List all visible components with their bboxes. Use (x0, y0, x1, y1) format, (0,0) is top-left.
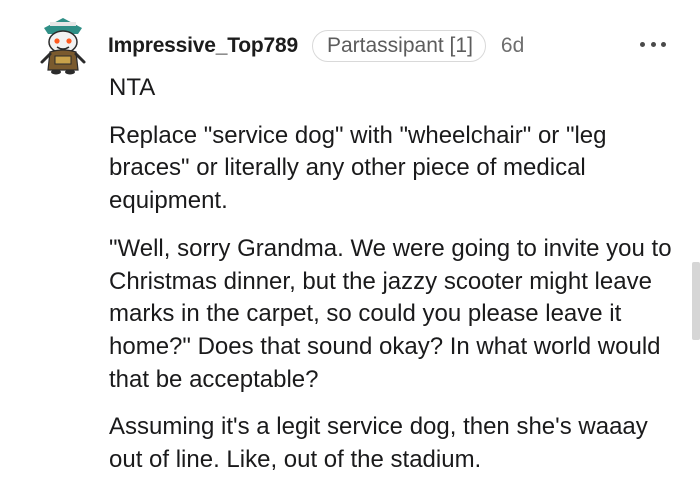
comment-paragraph: Assuming it's a legit service dog, then … (109, 413, 648, 474)
comment-header: Impressive_Top789 Partassipant [1] 6d (108, 30, 524, 62)
more-dot (640, 41, 645, 47)
snoo-avatar-icon (40, 18, 86, 75)
comment: Impressive_Top789 Partassipant [1] 6d NT… (0, 0, 700, 503)
comment-paragraph: NTA (109, 74, 156, 101)
more-dot (650, 41, 656, 47)
user-flair: Partassipant [1] (311, 30, 486, 62)
scrollbar-thumb[interactable] (692, 262, 700, 340)
comment-paragraph: "Well, sorry Grandma. We were going to i… (109, 234, 672, 393)
more-dot (661, 41, 666, 47)
author-username[interactable]: Impressive_Top789 (108, 34, 298, 58)
more-horizontal-icon[interactable] (640, 34, 666, 54)
comment-body: NTA Replace "service dog" with "wheelcha… (109, 72, 684, 492)
avatar[interactable] (36, 14, 90, 76)
comment-timestamp[interactable]: 6d (501, 34, 524, 58)
comment-paragraph: Replace "service dog" with "wheelchair" … (109, 121, 607, 215)
